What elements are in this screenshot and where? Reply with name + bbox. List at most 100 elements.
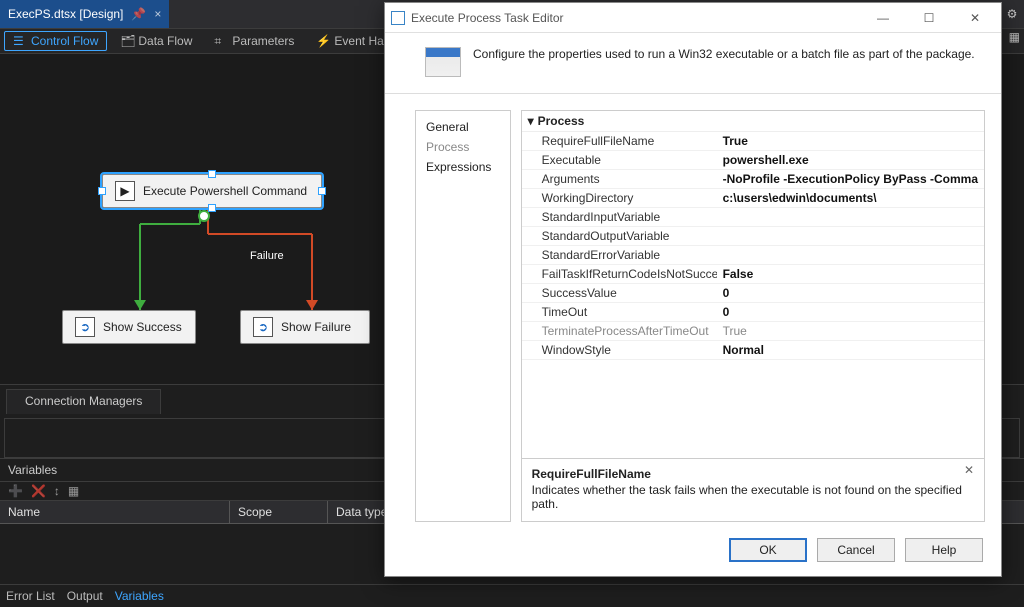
dialog-nav: General Process Expressions — [415, 110, 511, 522]
property-row[interactable]: StandardOutputVariable — [522, 227, 984, 246]
task-label: Show Failure — [281, 320, 351, 334]
property-value[interactable] — [717, 208, 984, 226]
control-flow-icon: ☰ — [13, 34, 27, 48]
property-row[interactable]: StandardErrorVariable — [522, 246, 984, 265]
property-value[interactable]: Normal — [717, 341, 984, 359]
close-button[interactable]: ✕ — [955, 4, 995, 32]
property-value[interactable]: False — [717, 265, 984, 283]
property-name: Executable — [522, 151, 717, 169]
col-scope[interactable]: Scope — [230, 501, 328, 523]
help-button[interactable]: Help — [905, 538, 983, 562]
chevron-down-icon: ▾ — [528, 114, 534, 128]
data-flow-icon: 🗂 — [120, 34, 134, 48]
property-name: StandardInputVariable — [522, 208, 717, 226]
document-title: ExecPS.dtsx [Design] — [8, 7, 123, 21]
execute-process-task-editor: Execute Process Task Editor — ☐ ✕ Config… — [384, 2, 1002, 577]
script-task-icon: ➲ — [253, 317, 273, 337]
property-name: SuccessValue — [522, 284, 717, 302]
bottom-tool-tabs: Error List Output Variables — [0, 584, 1024, 607]
tab-error-list[interactable]: Error List — [6, 589, 55, 603]
delete-variable-icon[interactable]: ❌ — [31, 484, 46, 498]
task-label: Show Success — [103, 320, 182, 334]
tab-variables[interactable]: Variables — [115, 589, 164, 603]
help-text: Indicates whether the task fails when th… — [532, 483, 974, 511]
property-name: TimeOut — [522, 303, 717, 321]
tab-connection-managers[interactable]: Connection Managers — [6, 389, 161, 414]
property-category[interactable]: ▾ Process — [522, 111, 984, 132]
maximize-button[interactable]: ☐ — [909, 4, 949, 32]
nav-general[interactable]: General — [426, 117, 500, 137]
tab-parameters[interactable]: ⌗ Parameters — [205, 31, 303, 51]
property-name: TerminateProcessAfterTimeOut — [522, 322, 717, 340]
property-value[interactable]: -NoProfile -ExecutionPolicy ByPass -Comm… — [717, 170, 984, 188]
add-variable-icon[interactable]: ➕ — [8, 484, 23, 498]
resize-handle[interactable] — [208, 170, 216, 178]
gear-icon[interactable]: ⚙ — [1000, 0, 1024, 28]
property-row[interactable]: FailTaskIfReturnCodeIsNotSuccessValueFal… — [522, 265, 984, 284]
property-row[interactable]: Arguments-NoProfile -ExecutionPolicy ByP… — [522, 170, 984, 189]
property-row[interactable]: RequireFullFileNameTrue — [522, 132, 984, 151]
move-variable-icon[interactable]: ↕ — [54, 484, 60, 498]
cancel-button[interactable]: Cancel — [817, 538, 895, 562]
connector-label-failure[interactable]: Failure — [250, 250, 284, 262]
tab-label: Parameters — [232, 34, 294, 48]
task-type-icon — [425, 47, 461, 77]
event-handlers-icon: ⚡ — [316, 34, 330, 48]
property-value[interactable]: powershell.exe — [717, 151, 984, 169]
resize-handle[interactable] — [318, 187, 326, 195]
property-row[interactable]: TimeOut0 — [522, 303, 984, 322]
resize-handle[interactable] — [208, 204, 216, 212]
document-tab[interactable]: ExecPS.dtsx [Design] 📌 × — [0, 0, 169, 28]
grid-options-icon[interactable]: ▦ — [68, 484, 79, 498]
task-show-success[interactable]: ➲ Show Success — [62, 310, 196, 344]
tab-data-flow[interactable]: 🗂 Data Flow — [111, 31, 201, 51]
tab-output[interactable]: Output — [67, 589, 103, 603]
property-name: StandardErrorVariable — [522, 246, 717, 264]
property-name: WorkingDirectory — [522, 189, 717, 207]
task-label: Execute Powershell Command — [143, 184, 307, 198]
tab-control-flow[interactable]: ☰ Control Flow — [4, 31, 107, 51]
dialog-description: Configure the properties used to run a W… — [385, 33, 1001, 94]
property-value[interactable]: c:\users\edwin\documents\ — [717, 189, 984, 207]
property-row[interactable]: WorkingDirectoryc:\users\edwin\documents… — [522, 189, 984, 208]
resize-handle[interactable] — [98, 187, 106, 195]
variables-icon[interactable]: ▦ — [1009, 30, 1020, 44]
category-label: Process — [538, 114, 585, 128]
property-value[interactable]: 0 — [717, 284, 984, 302]
property-grid[interactable]: ▾ Process RequireFullFileNameTrueExecuta… — [522, 111, 984, 458]
property-name: WindowStyle — [522, 341, 717, 359]
col-name[interactable]: Name — [0, 501, 230, 523]
property-help: ✕ RequireFullFileName Indicates whether … — [522, 458, 984, 521]
property-grid-panel: ▾ Process RequireFullFileNameTrueExecuta… — [521, 110, 985, 522]
property-value[interactable] — [717, 246, 984, 264]
property-value[interactable]: 0 — [717, 303, 984, 321]
property-row[interactable]: WindowStyleNormal — [522, 341, 984, 360]
property-row[interactable]: StandardInputVariable — [522, 208, 984, 227]
close-icon[interactable]: × — [154, 7, 161, 21]
property-value[interactable]: True — [717, 322, 984, 340]
dialog-titlebar[interactable]: Execute Process Task Editor — ☐ ✕ — [385, 3, 1001, 33]
pin-icon[interactable]: 📌 — [131, 7, 146, 21]
script-task-icon: ➲ — [75, 317, 95, 337]
property-row[interactable]: TerminateProcessAfterTimeOutTrue — [522, 322, 984, 341]
tab-label: Data Flow — [138, 34, 192, 48]
minimize-button[interactable]: — — [863, 4, 903, 32]
nav-process[interactable]: Process — [426, 137, 500, 157]
tab-label: Control Flow — [31, 34, 98, 48]
ok-button[interactable]: OK — [729, 538, 807, 562]
property-row[interactable]: SuccessValue0 — [522, 284, 984, 303]
property-name: RequireFullFileName — [522, 132, 717, 150]
property-name: Arguments — [522, 170, 717, 188]
property-name: StandardOutputVariable — [522, 227, 717, 245]
execute-process-icon: ▶ — [115, 181, 135, 201]
property-value[interactable] — [717, 227, 984, 245]
dialog-title: Execute Process Task Editor — [411, 11, 857, 25]
help-title: RequireFullFileName — [532, 467, 974, 481]
task-show-failure[interactable]: ➲ Show Failure — [240, 310, 370, 344]
property-value[interactable]: True — [717, 132, 984, 150]
parameters-icon: ⌗ — [214, 34, 228, 48]
nav-expressions[interactable]: Expressions — [426, 157, 500, 177]
task-execute-powershell[interactable]: ▶ Execute Powershell Command — [102, 174, 322, 208]
help-close-icon[interactable]: ✕ — [964, 463, 974, 477]
property-row[interactable]: Executablepowershell.exe — [522, 151, 984, 170]
